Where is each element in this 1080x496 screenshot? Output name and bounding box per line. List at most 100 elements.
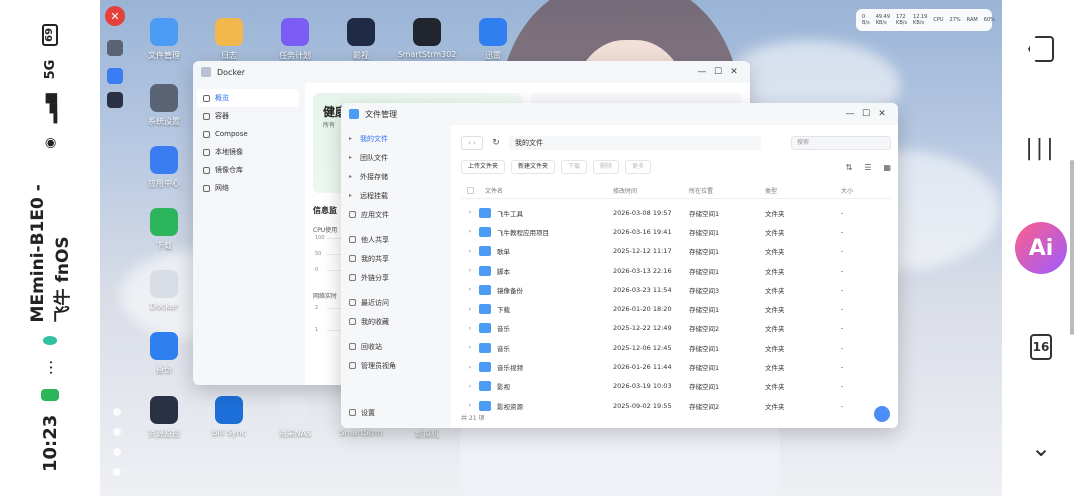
table-row[interactable]: › 音乐 2025-12-06 12:45 存储空间1 文件夹 - [461,338,891,357]
gear-icon[interactable] [113,468,121,476]
fm-titlebar[interactable]: 文件管理 — ☐ ✕ [341,103,898,125]
fm-sidebar-item[interactable]: 回收站 [341,337,451,356]
fm-sidebar-item[interactable]: 我的收藏 [341,312,451,331]
fm-sidebar-item[interactable]: 应用文件 [341,205,451,224]
table-row[interactable]: › 音乐 2025-12-22 12:49 存储空间2 文件夹 - [461,319,891,338]
folder-icon [479,207,491,218]
chevron-right-icon[interactable]: › [461,209,479,216]
chevron-right-icon[interactable]: › [461,306,479,313]
close-button[interactable]: ✕ [726,67,742,77]
desktop-icon[interactable]: 影视 [326,18,396,61]
ai-assistant-button[interactable]: Ai [1015,222,1067,274]
table-row[interactable]: › 飞牛教程应用项目 2026-03-16 19:41 存储空间1 文件夹 - [461,222,891,241]
chevron-right-icon[interactable]: › [461,383,479,390]
desktop-icon[interactable]: 文件管理 [129,18,199,61]
sort-icon[interactable]: ⇅ [846,163,853,172]
bell-icon[interactable] [113,428,121,436]
desktop-icon[interactable]: Docker [129,270,199,311]
col-name[interactable]: 文件名 [479,186,613,195]
search-icon[interactable] [113,408,121,416]
fm-sidebar-item[interactable]: ▸ 我的文件 [341,129,451,148]
table-row[interactable]: › 脚本 2026-03-13 22:16 存储空间1 文件夹 - [461,261,891,280]
more-button[interactable]: 更多 [625,160,652,174]
settings-item[interactable]: 设置 [341,403,451,422]
desktop-icon[interactable]: 备份 [129,332,199,375]
docker-nav-item[interactable]: 概览 [197,89,299,107]
desktop-icon[interactable]: 迅雷 [458,18,528,61]
col-time[interactable]: 修改时间 [613,186,689,195]
close-icon[interactable]: ✕ [105,6,125,26]
file-manager-window[interactable]: 文件管理 — ☐ ✕ ▸ 我的文件 ▸ 团队文件 ▸ 外接存储 ▸ 远程挂载 应用文件 他人共享我… [341,103,898,428]
back-forward-buttons[interactable]: ‹ › [461,136,483,150]
desktop-icon[interactable]: 下载 [129,208,199,251]
docker-titlebar[interactable]: Docker — ☐ ✕ [193,61,750,83]
docker-nav-item[interactable]: 容器 [197,107,299,125]
chevron-right-icon[interactable]: › [461,286,479,293]
dock-app-icon[interactable] [107,92,123,108]
android-nav-bar: ||| Ai 16 ⌄ [1002,0,1080,496]
grid-view-icon[interactable]: ▦ [883,163,891,172]
minimize-button[interactable]: — [842,109,858,119]
col-loc[interactable]: 所在位置 [689,186,765,195]
fm-sidebar-item[interactable]: 我的共享 [341,249,451,268]
chevron-right-icon[interactable]: › [461,228,479,235]
chevron-right-icon[interactable]: › [461,364,479,371]
col-type[interactable]: 类型 [765,186,841,195]
cell-time: 2026-01-26 11:44 [613,363,672,372]
path-bar[interactable]: 我的文件 [509,136,761,150]
fm-sidebar-item[interactable]: 外链分享 [341,268,451,287]
maximize-button[interactable]: ☐ [858,109,874,119]
scroll-top-button[interactable] [874,406,890,422]
recent-apps-icon[interactable]: ||| [1025,136,1056,161]
dock-app-icon[interactable] [107,40,123,56]
desktop-icon[interactable]: 资源监控 [129,396,199,439]
dock-app-icon[interactable] [107,68,123,84]
minimize-button[interactable]: — [694,67,710,77]
new-folder-button[interactable]: 新建文件夹 [511,160,556,174]
system-monitor-widget[interactable]: 0 B/s 49.49 KB/s 172 KB/s 12.19 KB/s CPU… [856,9,1005,31]
chevron-right-icon[interactable]: › [461,344,479,351]
back-icon[interactable] [1028,36,1054,62]
col-size[interactable]: 大小 [841,186,871,195]
table-row[interactable]: › 影视 2026-03-19 10:03 存储空间1 文件夹 - [461,377,891,396]
delete-button[interactable]: 删除 [593,160,620,174]
upload-folder-button[interactable]: 上传文件夹 [461,160,506,174]
maximize-button[interactable]: ☐ [710,67,726,77]
docker-nav-item[interactable]: 镜像仓库 [197,161,299,179]
chevron-down-icon[interactable]: ⌄ [1031,434,1051,462]
desktop-icon[interactable]: SmartStrm302 [392,18,462,59]
desktop-icon[interactable]: 日志 [194,18,264,61]
close-button[interactable]: ✕ [874,109,890,119]
desktop-icon[interactable]: 应用中心 [129,146,199,189]
search-input[interactable]: 搜索 [791,136,891,150]
table-row[interactable]: › 音乐视频 2026-01-26 11:44 存储空间1 文件夹 - [461,357,891,376]
calendar-icon[interactable]: 16 [1030,334,1052,360]
table-row[interactable]: › 歌单 2025-12-12 11:17 存储空间1 文件夹 - [461,242,891,261]
refresh-icon[interactable]: ↻ [489,138,503,148]
list-view-icon[interactable]: ☰ [864,163,871,172]
fm-sidebar-item[interactable]: ▸ 团队文件 [341,148,451,167]
fm-sidebar-item[interactable]: 管理员视角 [341,356,451,375]
fm-sidebar-item[interactable]: 他人共享 [341,230,451,249]
chevron-right-icon[interactable]: › [461,267,479,274]
desktop-icon[interactable]: 系统设置 [129,84,199,127]
docker-nav-item[interactable]: 本地镜像 [197,143,299,161]
table-row[interactable]: › 下载 2026-01-20 18:20 存储空间1 文件夹 - [461,299,891,318]
fm-sidebar-item[interactable]: ▸ 外接存储 [341,167,451,186]
desktop-icon[interactable]: 海采NAS [260,396,330,439]
chevron-right-icon[interactable]: › [461,402,479,409]
chevron-right-icon[interactable]: › [461,248,479,255]
user-icon[interactable] [113,448,121,456]
fm-sidebar-item[interactable]: 最近访问 [341,293,451,312]
table-row[interactable]: › 影视资源 2025-09-02 19:55 存储空间2 文件夹 - [461,396,891,415]
table-row[interactable]: › 飞牛工具 2026-03-08 19:57 存储空间1 文件夹 - [461,203,891,222]
fm-sidebar-item[interactable]: ▸ 远程挂载 [341,186,451,205]
chevron-right-icon[interactable]: › [461,325,479,332]
select-all-checkbox[interactable] [467,187,474,194]
desktop-icon[interactable]: 任务计划 [260,18,330,61]
desktop-icon[interactable]: Bili Sync [194,396,264,437]
table-row[interactable]: › 镜像备份 2026-03-23 11:54 存储空间3 文件夹 - [461,280,891,299]
download-button[interactable]: 下载 [561,160,588,174]
docker-nav-item[interactable]: Compose [197,125,299,143]
docker-nav-item[interactable]: 网络 [197,179,299,197]
